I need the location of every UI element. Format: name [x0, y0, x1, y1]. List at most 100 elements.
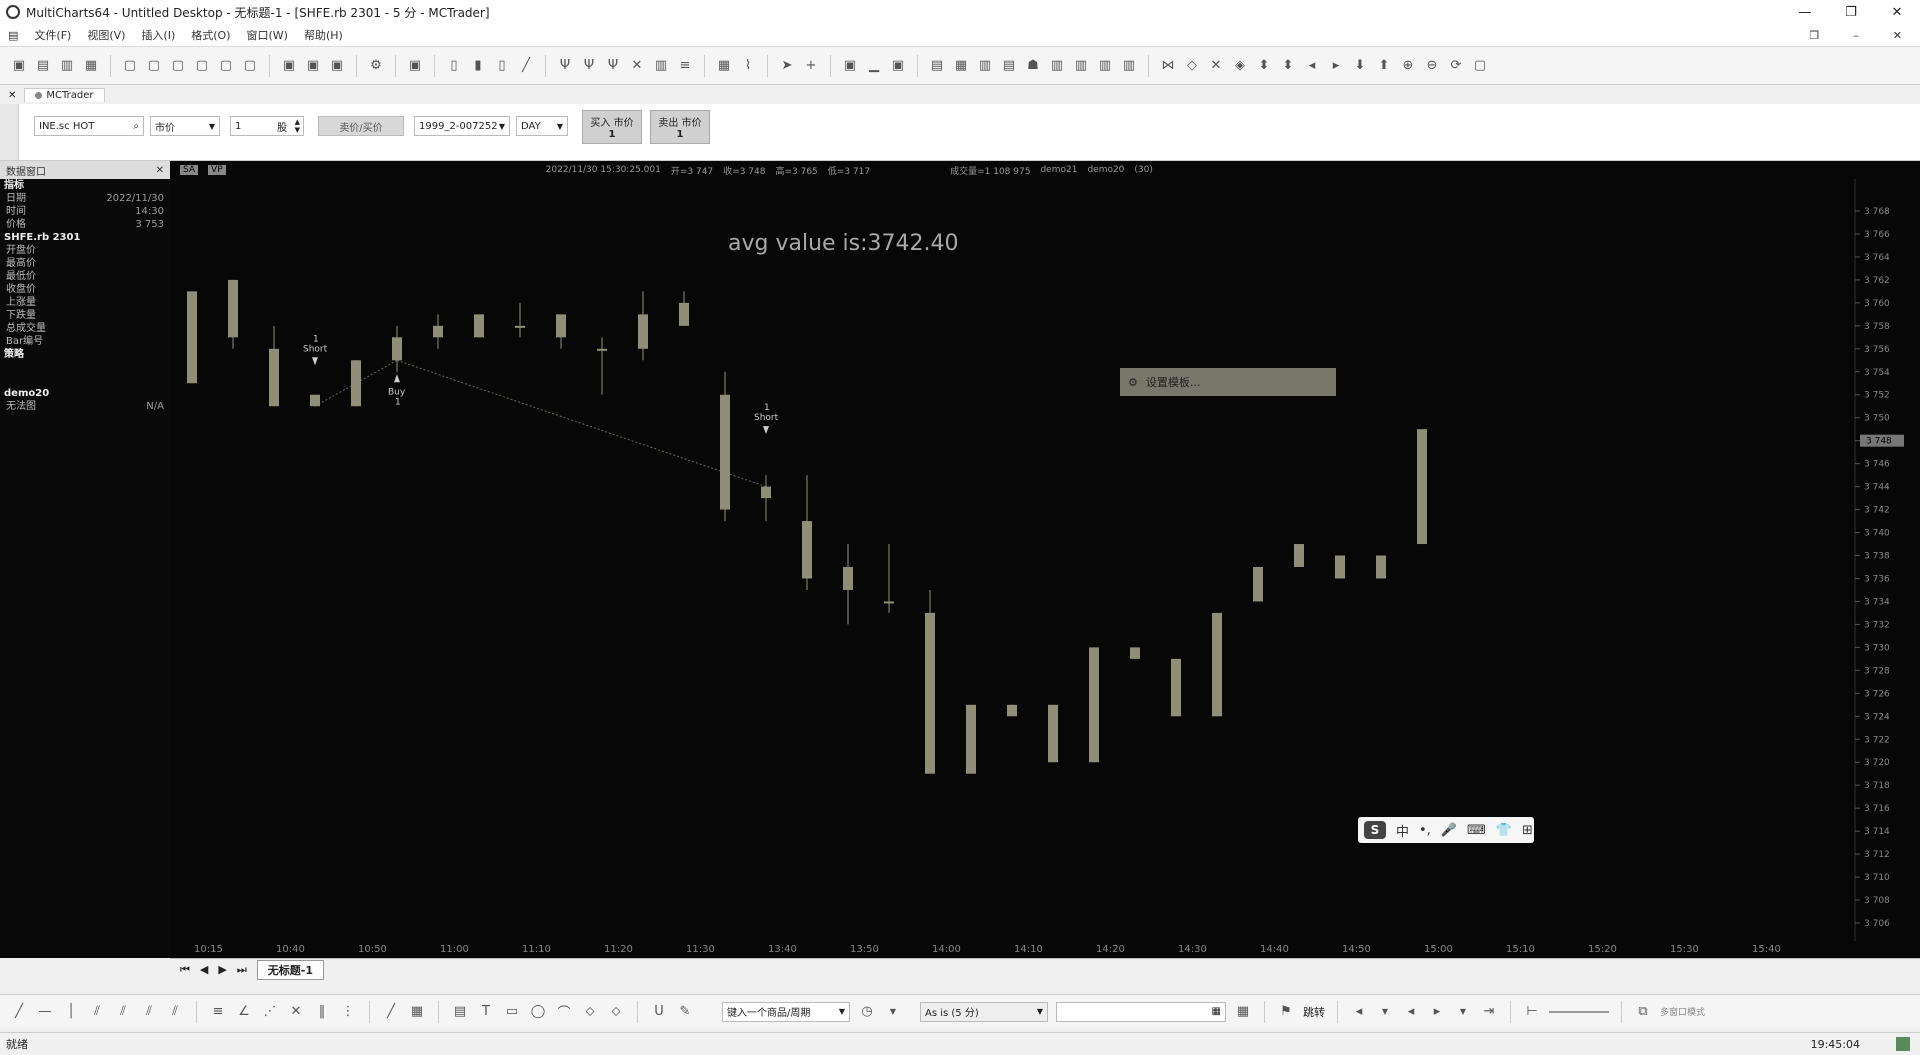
toolbar-tool-icon[interactable]: ▣ [304, 57, 322, 75]
toolbar-tool-icon[interactable]: ▁ [865, 57, 883, 75]
drawing-tool-icon[interactable]: │ [62, 1003, 80, 1021]
menu-view[interactable]: 视图(V) [87, 27, 125, 43]
calendar-icon[interactable]: ▦ [1212, 1006, 1221, 1017]
account-select[interactable]: 1999_2-007252 ▼ [414, 116, 510, 136]
toolbar-tool-icon[interactable]: ⋈ [1159, 57, 1177, 75]
zoom-slider-icon[interactable]: ⊢ [1523, 1003, 1541, 1021]
prev-bar-icon[interactable]: ◂ [1402, 1003, 1420, 1021]
minimize-icon[interactable]: — [1782, 0, 1828, 24]
drawing-tool-icon[interactable]: ⫽ [88, 1003, 106, 1021]
drawing-tool-icon[interactable]: ╱ [382, 1003, 400, 1021]
next-bar-icon[interactable]: ▸ [1428, 1003, 1446, 1021]
drawing-tool-icon[interactable]: ╱ [10, 1003, 28, 1021]
toolbar-tool-icon[interactable]: ✕ [628, 57, 646, 75]
prev-sheet-icon[interactable]: ◀ [200, 963, 208, 976]
toolbar-tool-icon[interactable]: ▣ [406, 57, 424, 75]
toolbar-tool-icon[interactable]: ▢ [169, 57, 187, 75]
toolbar-tool-icon[interactable]: ▢ [193, 57, 211, 75]
drawing-tool-icon[interactable]: ⌒ [555, 1003, 573, 1021]
toolbar-tool-icon[interactable]: ▥ [58, 57, 76, 75]
apps-icon[interactable]: ⊞ [1522, 823, 1533, 838]
multi-window-icon[interactable]: ⧉ [1634, 1003, 1652, 1021]
price-chart[interactable]: SA VP 2022/11/30 15:30:25.001 开=3 747 收=… [170, 161, 1920, 958]
toolbar-tool-icon[interactable]: ▯ [445, 57, 463, 75]
last-bar-icon[interactable]: ⇥ [1480, 1003, 1498, 1021]
toolbar-tool-icon[interactable]: ⬆ [1375, 57, 1393, 75]
symbol-input[interactable]: INE.sc HOT ⌕ [34, 116, 144, 136]
toolbar-tool-icon[interactable]: ▢ [145, 57, 163, 75]
drawing-tool-icon[interactable]: ⬦ [607, 1003, 625, 1021]
mic-icon[interactable]: 🎤 [1441, 823, 1457, 838]
resolution-select[interactable]: As is (5 分) ▼ [920, 1001, 1048, 1022]
toolbar-tool-icon[interactable]: ⊖ [1423, 57, 1441, 75]
tab-mctrader[interactable]: MCTrader [24, 88, 105, 102]
chevron-down-icon[interactable]: ▼ [1454, 1003, 1472, 1021]
chevron-down-icon[interactable]: ▼ [1376, 1003, 1394, 1021]
drawing-tool-icon[interactable]: ⋮ [339, 1003, 357, 1021]
toolbar-tool-icon[interactable]: ⬍ [1279, 57, 1297, 75]
stepper-arrows-icon[interactable]: ▲ ▼ [295, 118, 300, 134]
toolbar-tool-icon[interactable]: Ψ [580, 57, 598, 75]
drawing-tool-icon[interactable]: — [36, 1003, 54, 1021]
drawing-tool-icon[interactable]: ⋰ [261, 1003, 279, 1021]
toolbar-tool-icon[interactable]: ▥ [1120, 57, 1138, 75]
clock-icon[interactable]: ◷ [858, 1003, 876, 1021]
menu-help[interactable]: 帮助(H) [304, 27, 343, 43]
toolbar-tool-icon[interactable]: ⟳ [1447, 57, 1465, 75]
toolbar-tool-icon[interactable]: ▥ [976, 57, 994, 75]
trade-mode-label[interactable]: 多窗口模式 [1660, 1005, 1705, 1018]
zoom-slider[interactable] [1549, 1010, 1609, 1013]
toolbar-tool-icon[interactable]: ✕ [1207, 57, 1225, 75]
drawing-tool-icon[interactable]: T [477, 1003, 495, 1021]
drawing-tool-icon[interactable]: ⫽ [114, 1003, 132, 1021]
toolbar-tool-icon[interactable]: ▸ [1327, 57, 1345, 75]
order-type-select[interactable]: 市价 ▼ [150, 116, 220, 136]
toolbar-tool-icon[interactable]: ⊕ [1399, 57, 1417, 75]
toolbar-tool-icon[interactable]: ▦ [952, 57, 970, 75]
ime-chinese-icon[interactable]: 中 [1396, 821, 1409, 840]
drawing-tool-icon[interactable]: ∠ [235, 1003, 253, 1021]
drawing-tool-icon[interactable]: ⬦ [581, 1003, 599, 1021]
toolbar-tool-icon[interactable]: ➤ [778, 57, 796, 75]
close-icon[interactable]: ✕ [1874, 0, 1920, 24]
menu-window[interactable]: 窗口(W) [247, 27, 288, 43]
toolbar-tool-icon[interactable]: Ψ [604, 57, 622, 75]
drawing-tool-icon[interactable]: ▦ [408, 1003, 426, 1021]
drawing-tool-icon[interactable]: ≡ [209, 1003, 227, 1021]
toolbar-tool-icon[interactable]: ▥ [1072, 57, 1090, 75]
drawing-tool-icon[interactable]: ‖ [313, 1003, 331, 1021]
tab-close-icon[interactable]: ✕ [8, 90, 16, 101]
toolbar-tool-icon[interactable]: ▤ [34, 57, 52, 75]
mdi-minimize-icon[interactable]: – [1853, 29, 1859, 42]
drawing-tool-icon[interactable]: ▭ [503, 1003, 521, 1021]
side-panel-handle[interactable] [0, 104, 19, 160]
keyboard-icon[interactable]: ⌨ [1467, 823, 1486, 838]
toolbar-tool-icon[interactable]: ▣ [280, 57, 298, 75]
toolbar-tool-icon[interactable]: ▣ [328, 57, 346, 75]
sell-market-button[interactable]: 卖出 市价 1 [650, 110, 710, 144]
drawing-tool-icon[interactable]: U [650, 1003, 668, 1021]
drawing-tool-icon[interactable]: ◯ [529, 1003, 547, 1021]
mdi-close-icon[interactable]: ✕ [1893, 29, 1902, 42]
panel-close-icon[interactable]: ✕ [156, 165, 164, 176]
grid-icon[interactable]: ▦ [1234, 1003, 1252, 1021]
toolbar-tool-icon[interactable]: ◈ [1231, 57, 1249, 75]
toolbar-tool-icon[interactable]: ▣ [10, 57, 28, 75]
drawing-tool-icon[interactable]: ⫽ [140, 1003, 158, 1021]
restore-icon[interactable]: ❐ [1828, 0, 1874, 24]
toolbar-tool-icon[interactable]: ▦ [82, 57, 100, 75]
toolbar-tool-icon[interactable]: ▣ [841, 57, 859, 75]
quantity-stepper[interactable]: 1 股 ▲ ▼ [230, 116, 304, 136]
toolbar-tool-icon[interactable]: ⬇ [1351, 57, 1369, 75]
toolbar-tool-icon[interactable]: ╱ [517, 57, 535, 75]
toolbar-tool-icon[interactable]: ▮ [469, 57, 487, 75]
mdi-restore-icon[interactable]: ❐ [1809, 29, 1819, 42]
toolbar-tool-icon[interactable]: ▣ [889, 57, 907, 75]
context-menu-template-item[interactable]: ⚙ 设置模板... [1120, 368, 1336, 396]
last-sheet-icon[interactable]: ⏭ [237, 963, 247, 977]
toolbar-tool-icon[interactable]: Ψ [556, 57, 574, 75]
jump-icon[interactable]: ⚑ [1277, 1003, 1295, 1021]
toolbar-tool-icon[interactable]: ▢ [241, 57, 259, 75]
tif-select[interactable]: DAY ▼ [516, 116, 568, 136]
toolbar-tool-icon[interactable]: ≡ [676, 57, 694, 75]
